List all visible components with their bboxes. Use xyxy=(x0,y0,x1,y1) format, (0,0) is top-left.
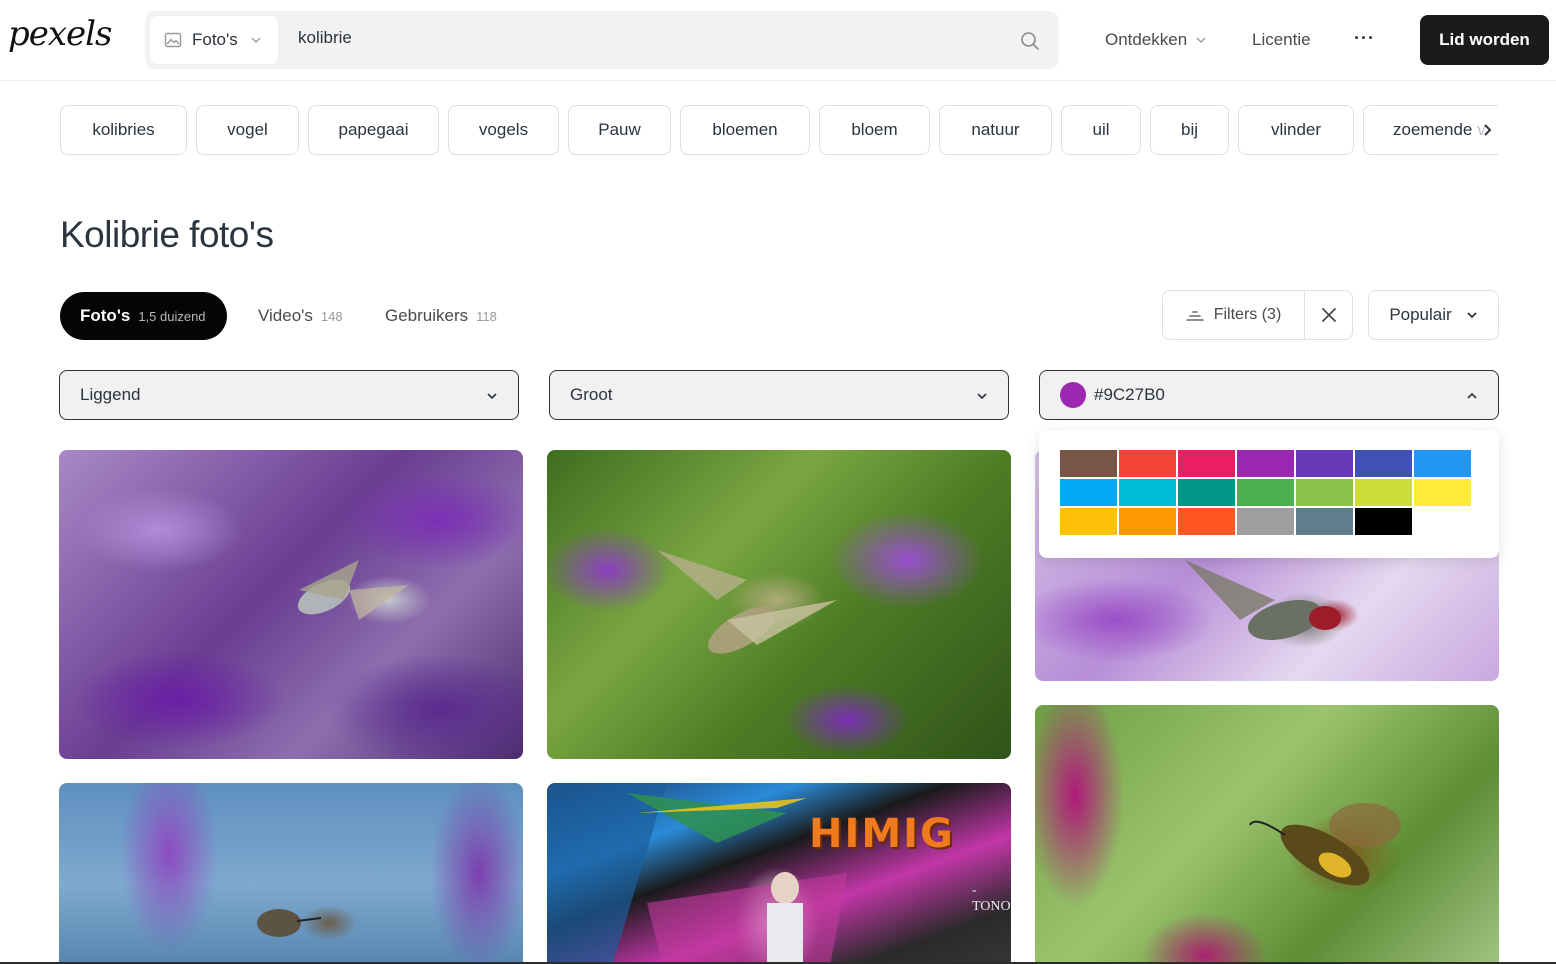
chip-papegaai[interactable]: papegaai xyxy=(308,105,439,155)
tab-users[interactable]: Gebruikers 118 xyxy=(385,292,497,340)
chevron-down-icon xyxy=(251,37,261,44)
chevron-down-icon xyxy=(487,393,497,400)
filters-label: Filters (3) xyxy=(1213,306,1282,323)
size-select[interactable]: Groot xyxy=(549,370,1009,420)
page-title: Kolibrie foto's xyxy=(60,214,274,255)
color-swatch-grid xyxy=(1060,450,1471,535)
photo-card[interactable] xyxy=(59,783,523,964)
chevron-down-icon xyxy=(1196,37,1206,44)
photo-card[interactable] xyxy=(59,450,523,759)
nav-discover-label: Ontdekken xyxy=(1105,30,1188,49)
close-icon xyxy=(1322,308,1336,322)
search-icon[interactable] xyxy=(1019,30,1041,52)
chevron-down-icon xyxy=(1467,312,1477,319)
size-value: Groot xyxy=(570,385,613,404)
chip-natuur[interactable]: natuur xyxy=(939,105,1052,155)
color-select[interactable]: #9C27B0 xyxy=(1039,370,1499,420)
sort-dropdown[interactable]: Populair xyxy=(1368,290,1499,340)
hummingbird-image xyxy=(657,550,837,654)
color-swatch-1[interactable] xyxy=(1060,450,1117,477)
chip-kolibries[interactable]: kolibries xyxy=(60,105,187,155)
clear-filters-button[interactable] xyxy=(1305,291,1353,339)
color-swatch-6[interactable] xyxy=(1355,450,1412,477)
color-swatch-5[interactable] xyxy=(1296,450,1353,477)
chip-vlinder[interactable]: vlinder xyxy=(1238,105,1354,155)
search-type-dropdown[interactable]: Foto's xyxy=(150,16,278,64)
color-swatch-8[interactable] xyxy=(1060,479,1117,506)
color-swatch-10[interactable] xyxy=(1178,479,1235,506)
hummingbird-image xyxy=(297,560,409,620)
nav-discover[interactable]: Ontdekken xyxy=(1105,30,1207,50)
chip-bloem[interactable]: bloem xyxy=(819,105,930,155)
tab-videos-count: 148 xyxy=(320,308,343,324)
photo-card[interactable] xyxy=(547,450,1011,759)
color-swatch-18[interactable] xyxy=(1237,508,1294,535)
orientation-select[interactable]: Liggend xyxy=(59,370,519,420)
color-swatch-3[interactable] xyxy=(1178,450,1235,477)
filters-button[interactable]: Filters (3) xyxy=(1163,291,1305,339)
chip-bij[interactable]: bij xyxy=(1150,105,1229,155)
chevron-down-icon xyxy=(977,393,987,400)
sort-label: Populair xyxy=(1389,305,1452,324)
color-swatch-9[interactable] xyxy=(1119,479,1176,506)
pexels-logo[interactable]: pexels xyxy=(8,14,113,54)
color-swatch-12[interactable] xyxy=(1296,479,1353,506)
tab-photos[interactable]: Foto's 1,5 duizend xyxy=(60,292,227,340)
color-swatch-11[interactable] xyxy=(1237,479,1294,506)
chip-vogels[interactable]: vogels xyxy=(448,105,559,155)
color-swatch-2[interactable] xyxy=(1119,450,1176,477)
mural-tag: -TONO xyxy=(972,883,1011,914)
chips-next-button[interactable] xyxy=(1474,117,1500,143)
related-searches: kolibries vogel papegaai vogels Pauw blo… xyxy=(60,105,1498,155)
chip-uil[interactable]: uil xyxy=(1061,105,1141,155)
chip-bloemen[interactable]: bloemen xyxy=(680,105,810,155)
more-menu-icon[interactable]: ··· xyxy=(1354,28,1375,49)
image-icon xyxy=(164,32,182,48)
photo-card[interactable] xyxy=(1035,705,1499,964)
search-bar: Foto's xyxy=(145,11,1059,69)
mural-text: HIMIG xyxy=(809,811,955,857)
filters-control: Filters (3) xyxy=(1162,290,1353,340)
tab-videos-label: Video's xyxy=(258,306,313,325)
photo-card[interactable]: HIMIG -TONO xyxy=(547,783,1011,964)
color-swatch-13[interactable] xyxy=(1355,479,1412,506)
top-header: pexels Foto's Ontdekken Licentie ··· Lid… xyxy=(0,0,1556,81)
color-swatch-20[interactable] xyxy=(1355,508,1412,535)
tab-users-label: Gebruikers xyxy=(385,306,469,325)
color-swatch-7[interactable] xyxy=(1414,450,1471,477)
hummingbird-moth-image xyxy=(1249,803,1401,886)
color-swatch-14[interactable] xyxy=(1414,479,1471,506)
tab-users-count: 118 xyxy=(476,308,497,324)
join-button[interactable]: Lid worden xyxy=(1420,15,1549,65)
tab-photos-label: Foto's xyxy=(80,306,131,325)
tab-photos-count: 1,5 duizend xyxy=(138,308,206,324)
chevron-up-icon xyxy=(1467,392,1477,399)
color-swatch-15[interactable] xyxy=(1060,508,1117,535)
filters-icon xyxy=(1185,311,1204,321)
orientation-value: Liggend xyxy=(80,385,141,404)
search-type-label: Foto's xyxy=(192,30,238,49)
selected-color-swatch xyxy=(1060,382,1086,408)
color-palette-dropdown xyxy=(1039,430,1499,558)
color-swatch-19[interactable] xyxy=(1296,508,1353,535)
nav-license[interactable]: Licentie xyxy=(1252,30,1311,50)
search-input[interactable] xyxy=(298,28,998,48)
chevron-right-icon xyxy=(1484,124,1492,136)
color-swatch-4[interactable] xyxy=(1237,450,1294,477)
color-swatch-16[interactable] xyxy=(1119,508,1176,535)
color-value: #9C27B0 xyxy=(1094,385,1165,404)
color-swatch-17[interactable] xyxy=(1178,508,1235,535)
tab-videos[interactable]: Video's 148 xyxy=(258,292,343,340)
hummingbird-image xyxy=(257,909,322,937)
chip-vogel[interactable]: vogel xyxy=(196,105,299,155)
chip-pauw[interactable]: Pauw xyxy=(568,105,671,155)
